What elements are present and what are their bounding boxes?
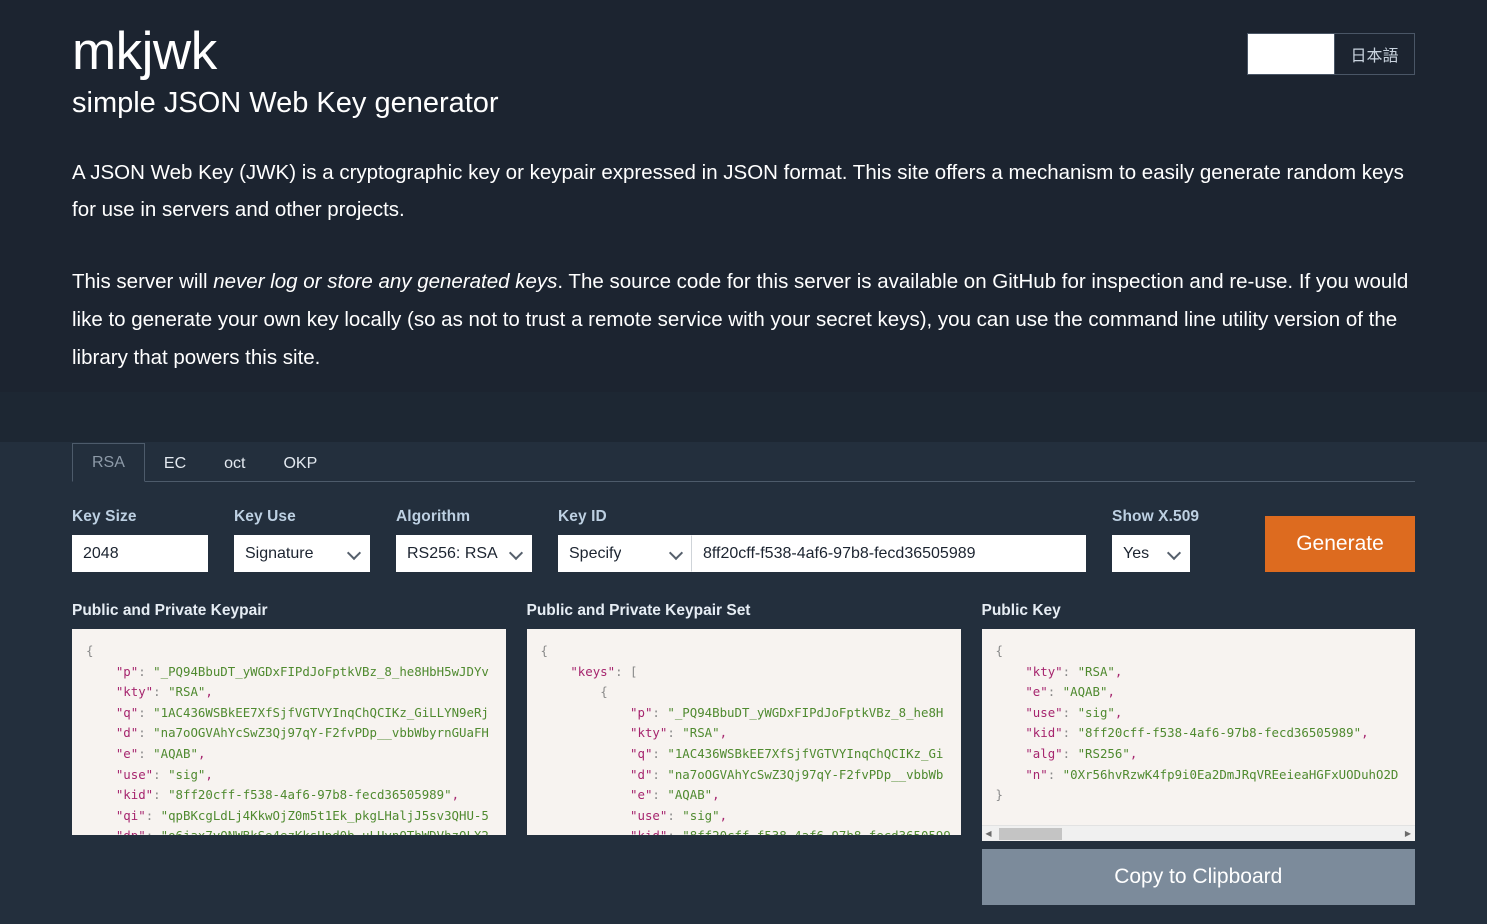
key-type-tabs: RSA EC oct OKP [72,442,1415,482]
key-use-value: Signature [245,544,314,562]
tab-oct[interactable]: oct [205,445,264,482]
show-x509-select[interactable]: Yes [1112,535,1190,572]
output-panels: Public and Private Keypair { "p": "_PQ94… [72,602,1415,905]
panel-public-key-label: Public Key [981,602,1061,619]
label-key-use: Key Use [234,508,296,525]
keypair-code: { "p": "_PQ94BbuDT_yWGDxFIPdJoFptkVBz_8_… [86,643,489,835]
paragraph-2-emphasis: never log or store any generated keys [213,270,558,294]
chevron-down-icon [348,547,361,560]
chevron-down-icon [510,547,523,560]
label-show-x509: Show X.509 [1112,508,1200,525]
label-algorithm: Algorithm [396,508,471,525]
key-size-input[interactable]: 2048 [72,535,208,572]
key-id-value: 8ff20cff-f538-4af6-97b8-fecd36505989 [703,544,976,562]
page-header: 日本語 mkjwk simple JSON Web Key generator … [0,0,1487,392]
field-key-use: Key Use Signature [234,508,370,572]
chevron-down-icon [670,547,683,560]
tab-okp[interactable]: OKP [264,445,336,482]
intro-paragraph-1: A JSON Web Key (JWK) is a cryptographic … [72,160,1404,222]
scroll-left-icon[interactable]: ◀ [982,826,996,842]
generator-section: RSA EC oct OKP Key Size 2048 Key Use Sig… [0,442,1487,924]
scrollbar-thumb[interactable] [998,827,1062,840]
scrollbar-track[interactable] [996,826,1402,842]
paragraph-2-pre: This server will [72,270,214,294]
scroll-right-icon[interactable]: ▶ [1401,826,1415,842]
keypair-set-code: { "keys": [ { "p": "_PQ94BbuDT_yWGDxFIPd… [540,643,951,835]
keypair-set-code-box[interactable]: { "keys": [ { "p": "_PQ94BbuDT_yWGDxFIPd… [526,629,961,835]
language-button-english[interactable] [1248,34,1334,74]
key-id-mode-select[interactable]: Specify [558,535,692,572]
field-algorithm: Algorithm RS256: RSA [396,508,532,572]
field-key-size: Key Size 2048 [72,508,208,572]
panel-keypair-set-label: Public and Private Keypair Set [526,602,751,619]
generate-button[interactable]: Generate [1265,516,1415,572]
tab-ec[interactable]: EC [145,445,205,482]
label-key-id: Key ID [558,508,607,525]
intro-paragraph-2: This server will never log or store any … [72,263,1415,377]
public-key-code-box[interactable]: { "kty": "RSA", "e": "AQAB", "use": "sig… [981,629,1415,825]
key-id-input[interactable]: 8ff20cff-f538-4af6-97b8-fecd36505989 [692,535,1086,572]
panel-keypair: Public and Private Keypair { "p": "_PQ94… [72,602,506,905]
chevron-down-icon [1168,547,1181,560]
public-key-hscrollbar[interactable]: ◀ ▶ [981,825,1415,842]
panel-public-key: Public Key { "kty": "RSA", "e": "AQAB", … [981,602,1415,905]
field-key-id: Key ID Specify 8ff20cff-f538-4af6-97b8-f… [558,508,1086,572]
show-x509-value: Yes [1123,544,1150,562]
panel-keypair-label: Public and Private Keypair [72,602,268,619]
key-size-value: 2048 [83,544,119,562]
panel-keypair-set: Public and Private Keypair Set { "keys":… [526,602,961,905]
tab-rsa[interactable]: RSA [72,442,145,482]
public-key-code: { "kty": "RSA", "e": "AQAB", "use": "sig… [995,643,1399,803]
field-show-x509: Show X.509 Yes [1112,508,1199,572]
generator-form: Key Size 2048 Key Use Signature Algorith… [72,508,1415,572]
page-title: mkjwk [72,22,217,81]
keypair-code-box[interactable]: { "p": "_PQ94BbuDT_yWGDxFIPdJoFptkVBz_8_… [72,629,506,835]
copy-to-clipboard-button[interactable]: Copy to Clipboard [981,849,1415,905]
page-subtitle: simple JSON Web Key generator [72,86,499,119]
key-use-select[interactable]: Signature [234,535,370,572]
language-button-japanese[interactable]: 日本語 [1334,34,1414,74]
language-toggle[interactable]: 日本語 [1247,33,1415,75]
algorithm-select[interactable]: RS256: RSA [396,535,532,572]
algorithm-value: RS256: RSA [407,544,498,562]
key-id-mode-value: Specify [569,544,622,562]
label-key-size: Key Size [72,508,137,525]
